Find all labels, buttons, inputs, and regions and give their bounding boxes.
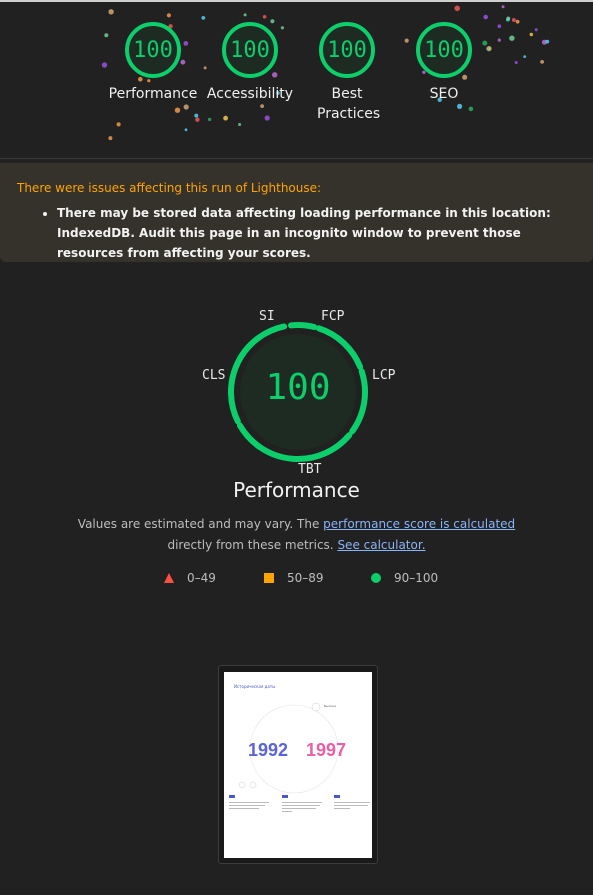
performance-score: 100 xyxy=(265,367,331,408)
confetti-dot xyxy=(264,115,270,121)
metric-label-si[interactable]: SI xyxy=(259,309,275,324)
confetti-dot xyxy=(457,103,463,109)
warning-list: There may be stored data affecting loadi… xyxy=(17,203,576,263)
gauge-ring: 100 xyxy=(319,22,375,78)
confetti-dot xyxy=(541,39,547,45)
gauge-label: Performance xyxy=(108,86,198,102)
score-gauge-performance[interactable]: 100 Performance xyxy=(98,22,208,104)
performance-title: Performance xyxy=(233,478,360,502)
confetti-dot xyxy=(201,16,206,20)
confetti-dot xyxy=(223,115,229,121)
triangle-icon xyxy=(164,573,174,583)
legend-range: 90–100 xyxy=(394,571,439,585)
see-calculator-link[interactable]: See calculator. xyxy=(337,538,425,552)
gauge-score: 100 xyxy=(424,37,464,63)
final-screenshot-thumbnail[interactable]: Историческая даты Былина 1992 1997 xyxy=(218,665,378,864)
confetti-dot xyxy=(545,39,550,44)
confetti-dot xyxy=(260,104,264,108)
confetti-dot xyxy=(523,55,527,58)
score-gauge-best-practices[interactable]: 100 Best Practices xyxy=(292,22,402,124)
confetti-dot xyxy=(534,28,538,32)
gauge-ring: 100 xyxy=(125,22,181,78)
lighthouse-warning-box: There were issues affecting this run of … xyxy=(0,163,593,262)
gauge-label: Best Practices xyxy=(317,86,381,122)
confetti-dot xyxy=(262,14,267,19)
confetti-dot xyxy=(183,104,189,110)
score-gauge-seo[interactable]: 100 SEO xyxy=(389,22,499,104)
score-calculated-link[interactable]: performance score is calculated xyxy=(323,517,515,531)
warning-item: There may be stored data affecting loadi… xyxy=(57,203,576,263)
legend-range: 0–49 xyxy=(187,571,216,585)
gauge-score: 100 xyxy=(133,37,173,63)
confetti-dot xyxy=(166,13,171,18)
confetti-dot xyxy=(483,14,489,20)
confetti-dot xyxy=(501,5,505,9)
legend-range: 50–89 xyxy=(287,571,324,585)
legend-pass: 90–100 xyxy=(370,571,438,585)
score-gauge-accessibility[interactable]: 100 Accessibility xyxy=(195,22,305,104)
square-icon xyxy=(264,573,274,583)
confetti-dot xyxy=(174,107,181,113)
confetti-dot xyxy=(184,128,188,132)
metric-label-fcp[interactable]: FCP xyxy=(321,309,344,324)
confetti-dot xyxy=(108,9,114,15)
confetti-dot xyxy=(116,122,121,127)
performance-description: Values are estimated and may vary. The p… xyxy=(0,514,593,556)
gauge-arc-segment xyxy=(287,322,318,330)
gauge-ring: 100 xyxy=(416,22,472,78)
confetti-dot xyxy=(515,19,520,24)
confetti-dot xyxy=(108,136,113,141)
confetti-dot xyxy=(529,32,533,37)
confetti-dot xyxy=(194,113,199,118)
description-text-2: directly from these metrics. xyxy=(167,538,338,552)
legend-fail: 0–49 xyxy=(163,571,216,585)
gauge-ring: 100 xyxy=(222,22,278,78)
confetti-dot xyxy=(238,123,242,126)
gauge-score: 100 xyxy=(327,37,367,63)
gauge-label: SEO xyxy=(429,86,459,102)
confetti-dot xyxy=(514,61,518,64)
confetti-dot xyxy=(454,5,461,12)
confetti-dot xyxy=(506,17,510,22)
metric-label-tbt[interactable]: TBT xyxy=(298,462,321,477)
legend-average: 50–89 xyxy=(263,571,324,585)
screenshot-image: Историческая даты Былина 1992 1997 xyxy=(224,672,372,858)
confetti-dot xyxy=(468,106,474,112)
description-text: Values are estimated and may vary. The xyxy=(77,517,324,531)
circle-icon xyxy=(371,573,381,583)
confetti-dot xyxy=(509,35,515,41)
gauge-score: 100 xyxy=(230,37,270,63)
confetti-dot xyxy=(207,117,212,122)
confetti-dot xyxy=(506,16,511,21)
warning-title: There were issues affecting this run of … xyxy=(17,181,322,195)
confetti-dot xyxy=(540,60,544,64)
confetti-dot xyxy=(243,13,247,17)
gauge-label: Accessibility xyxy=(206,86,294,102)
score-summary-bar: 100 Performance 100 Accessibility 100 Be… xyxy=(0,0,593,159)
confetti-dot xyxy=(511,18,516,22)
confetti-dot xyxy=(195,117,200,122)
thumb-text-lines xyxy=(229,802,370,812)
